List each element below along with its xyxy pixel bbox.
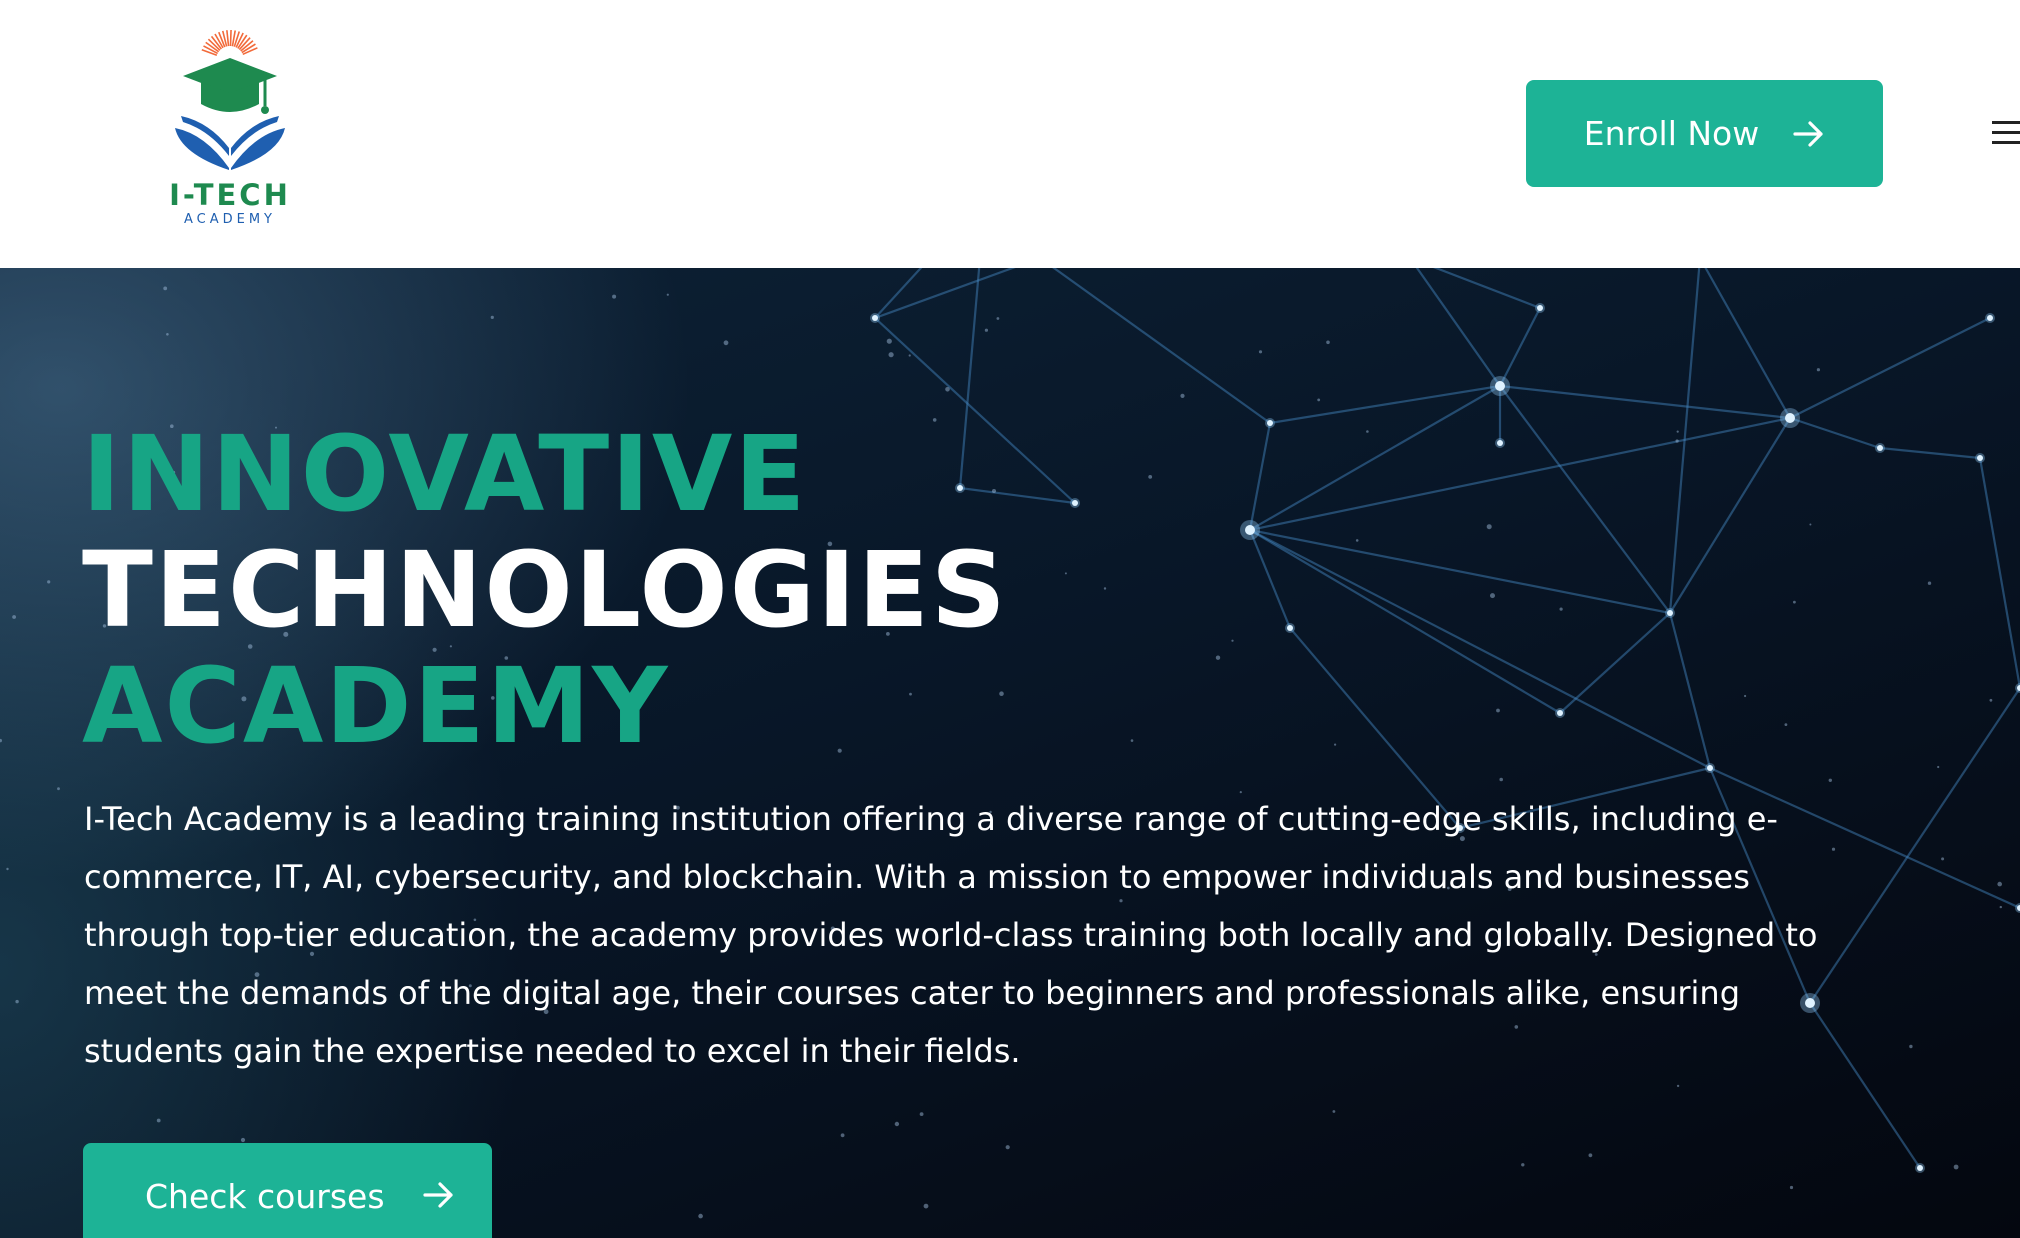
hero-section: INNOVATIVE TECHNOLOGIES ACADEMY I-Tech A… [0, 268, 2020, 1238]
check-courses-label: Check courses [145, 1177, 385, 1216]
hamburger-menu-icon[interactable] [1990, 119, 2020, 147]
hero-description: I-Tech Academy is a leading training ins… [84, 800, 1818, 1070]
headline-line-innovative: INNOVATIVE [82, 413, 808, 535]
site-header: I-TECH ACADEMY Enroll Now [0, 0, 2020, 268]
enroll-now-label: Enroll Now [1583, 114, 1760, 153]
logo-title: I-TECH [169, 178, 291, 212]
logo-subtitle: ACADEMY [183, 212, 277, 227]
check-courses-button[interactable]: Check courses [83, 1143, 492, 1238]
arrow-right-icon [422, 1182, 453, 1208]
headline-line-technologies: TECHNOLOGIES [82, 529, 1008, 651]
arrow-right-icon [1793, 120, 1823, 147]
headline-line-academy: ACADEMY [82, 645, 670, 767]
graduation-cap-book-icon [175, 30, 285, 170]
academy-logo[interactable]: I-TECH ACADEMY [165, 30, 295, 230]
enroll-now-button[interactable]: Enroll Now [1526, 80, 1883, 187]
hero-headline: INNOVATIVE TECHNOLOGIES ACADEMY [82, 416, 1008, 764]
